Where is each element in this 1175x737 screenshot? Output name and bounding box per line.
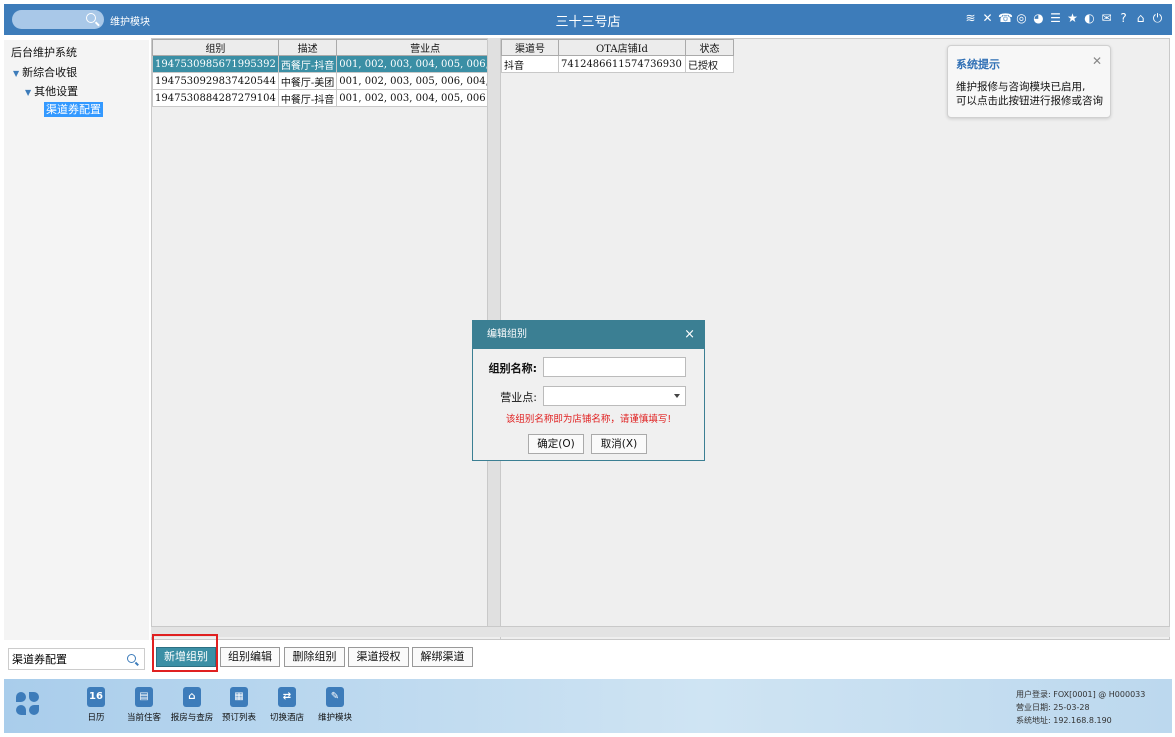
expand-arrow-icon[interactable]: ▼ (25, 88, 31, 97)
status-ip: 系统地址: 192.168.8.190 (1016, 716, 1112, 725)
star-icon[interactable]: ★ (1066, 11, 1079, 25)
tools-icon[interactable]: ✕ (981, 11, 994, 25)
top-icon-bar: ≋ ✕ ☎ ◎ ◕ ☰ ★ ◐ ✉ ? ⌂ ⏻ (964, 11, 1164, 25)
power-icon[interactable]: ⏻ (1151, 11, 1164, 25)
horizontal-scrollbar[interactable] (151, 626, 501, 637)
house-icon: ⌂ (183, 687, 201, 707)
guest-card-icon: ▤ (135, 687, 153, 707)
edit-group-dialog: 编辑组别 × 组别名称: 营业点: 该组别名称即为店铺名称，请谨慎填写! 确定(… (472, 320, 705, 461)
warning-text: 该组别名称即为店铺名称，请谨慎填写! (505, 414, 672, 425)
help-icon[interactable]: ? (1117, 11, 1130, 25)
edit-group-button[interactable]: 组别编辑 (220, 647, 280, 667)
delete-group-button[interactable]: 删除组别 (284, 647, 345, 667)
tree-item-other-settings[interactable]: ▼ 其他设置 (25, 83, 78, 99)
table-cell: 抖音 (501, 55, 559, 73)
ok-button[interactable]: 确定(O) (528, 434, 584, 454)
document-icon: ▦ (230, 687, 248, 707)
dock-item-room-report[interactable]: ⌂ 报房与查房 (167, 687, 217, 723)
search-icon[interactable] (127, 654, 136, 663)
table-cell: 7412486611574736930 (558, 55, 686, 73)
phone-icon[interactable]: ☎ (998, 11, 1013, 25)
wifi-icon[interactable]: ≋ (964, 11, 977, 25)
system-tip-popup: 系统提示 ✕ 维护报修与咨询模块已启用, 可以点击此按钮进行报修或咨询 (947, 45, 1111, 118)
table-cell: 西餐厅-抖音 (277, 55, 338, 73)
column-header[interactable]: 组别 (152, 39, 279, 56)
group-panel (151, 38, 501, 640)
chevron-down-icon[interactable] (674, 394, 680, 398)
dock-label: 切换酒店 (269, 713, 304, 723)
tree-root[interactable]: 后台维护系统 (11, 44, 77, 60)
column-header[interactable]: 渠道号 (501, 39, 559, 56)
dock-item-current-guests[interactable]: ▤ 当前住客 (119, 687, 169, 723)
navigation-tree: 后台维护系统 ▼ 新综合收银 ▼ 其他设置 渠道券配置 (4, 40, 149, 640)
home-icon[interactable]: ⌂ (1134, 11, 1147, 25)
dock-item-reservations[interactable]: ▦ 预订列表 (214, 687, 264, 723)
column-header[interactable]: 描述 (277, 39, 338, 56)
table-row[interactable]: 1947530929837420544 中餐厅-美团 001, 002, 003… (152, 72, 515, 90)
table-row[interactable]: 抖音 7412486611574736930 已授权 (501, 55, 734, 73)
expand-arrow-icon[interactable]: ▼ (13, 69, 19, 78)
dock-label: 日历 (87, 713, 105, 723)
group-table: 组别 描述 营业点 1947530985671995392 西餐厅-抖音 001… (152, 39, 515, 107)
popup-title: 系统提示 (956, 58, 1000, 71)
search-person-icon[interactable]: ◎ (1015, 11, 1028, 25)
switch-icon: ⇄ (278, 687, 296, 707)
footer-dock: 16 日历 ▤ 当前住客 ⌂ 报房与查房 ▦ 预订列表 ⇄ 切换酒店 ✎ 维护模… (4, 679, 1172, 733)
dock-item-calendar[interactable]: 16 日历 (71, 687, 121, 723)
table-cell: 1947530929837420544 (152, 72, 279, 90)
table-row[interactable]: 1947530884287279104 中餐厅-抖音 001, 002, 003… (152, 89, 515, 107)
unbind-channel-button[interactable]: 解绑渠道 (412, 647, 473, 667)
palette-icon[interactable]: ◕ (1032, 11, 1045, 25)
wrench-icon: ✎ (326, 687, 344, 707)
dock-label: 维护模块 (317, 713, 352, 723)
popup-message: 维护报修与咨询模块已启用, 可以点击此按钮进行报修或咨询 (956, 80, 1106, 108)
dock-label: 报房与查房 (170, 713, 214, 723)
add-group-button[interactable]: 新增组别 (156, 647, 216, 667)
table-cell: 中餐厅-美团 (277, 72, 338, 90)
cancel-button[interactable]: 取消(X) (591, 434, 647, 454)
dialog-body: 组别名称: 营业点: 该组别名称即为店铺名称，请谨慎填写! 确定(O) 取消(X… (473, 349, 704, 460)
channel-table: 渠道号 OTA店铺Id 状态 抖音 7412486611574736930 已授… (501, 39, 734, 73)
calendar-icon: 16 (87, 687, 105, 707)
top-bar: 维护模块 三十三号店 ≋ ✕ ☎ ◎ ◕ ☰ ★ ◐ ✉ ? ⌂ ⏻ (4, 4, 1172, 35)
table-row[interactable]: 1947530985671995392 西餐厅-抖音 001, 002, 003… (152, 55, 515, 73)
module-search-box (8, 648, 145, 670)
table-cell: 已授权 (685, 55, 734, 73)
dialog-header: 编辑组别 × (473, 321, 704, 349)
dock-item-maintenance[interactable]: ✎ 维护模块 (310, 687, 360, 723)
close-icon[interactable]: ✕ (1092, 54, 1102, 68)
channel-authorize-button[interactable]: 渠道授权 (348, 647, 409, 667)
status-date: 营业日期: 25-03-28 (1016, 703, 1090, 712)
dock-label: 预订列表 (221, 713, 256, 723)
group-name-label: 组别名称: (488, 362, 537, 375)
popup-line: 维护报修与咨询模块已启用, (956, 81, 1086, 93)
tree-item-label: 渠道券配置 (44, 102, 103, 117)
tree-item-label: 新综合收银 (22, 66, 78, 79)
column-header[interactable]: OTA店铺Id (558, 39, 686, 56)
status-info: 用户登录: FOX[0001] @ H000033 营业日期: 25-03-28… (1016, 688, 1145, 727)
dialog-title: 编辑组别 (487, 329, 527, 340)
business-point-select[interactable] (543, 386, 686, 406)
app-logo-icon[interactable] (16, 692, 40, 716)
horizontal-scrollbar[interactable] (500, 626, 1170, 637)
contrast-icon[interactable]: ◐ (1083, 11, 1096, 25)
menu-icon[interactable]: ☰ (1049, 11, 1062, 25)
status-user: 用户登录: FOX[0001] @ H000033 (1016, 690, 1146, 699)
close-icon[interactable]: × (684, 321, 695, 349)
mail-icon[interactable]: ✉ (1100, 11, 1113, 25)
column-header[interactable]: 状态 (685, 39, 734, 56)
table-cell: 中餐厅-抖音 (277, 89, 338, 107)
table-cell: 1947530985671995392 (152, 55, 279, 73)
module-search-input[interactable] (9, 649, 119, 669)
popup-line: 可以点击此按钮进行报修或咨询 (956, 95, 1103, 107)
group-name-input[interactable] (543, 357, 686, 377)
tree-item-cashier[interactable]: ▼ 新综合收银 (13, 64, 77, 80)
tree-item-channel-coupon[interactable]: 渠道券配置 (44, 101, 103, 117)
tree-item-label: 其他设置 (34, 85, 79, 98)
dock-label: 当前住客 (126, 713, 161, 723)
dock-item-switch-hotel[interactable]: ⇄ 切换酒店 (262, 687, 312, 723)
business-point-label: 营业点: (500, 391, 537, 404)
table-cell: 1947530884287279104 (152, 89, 279, 107)
